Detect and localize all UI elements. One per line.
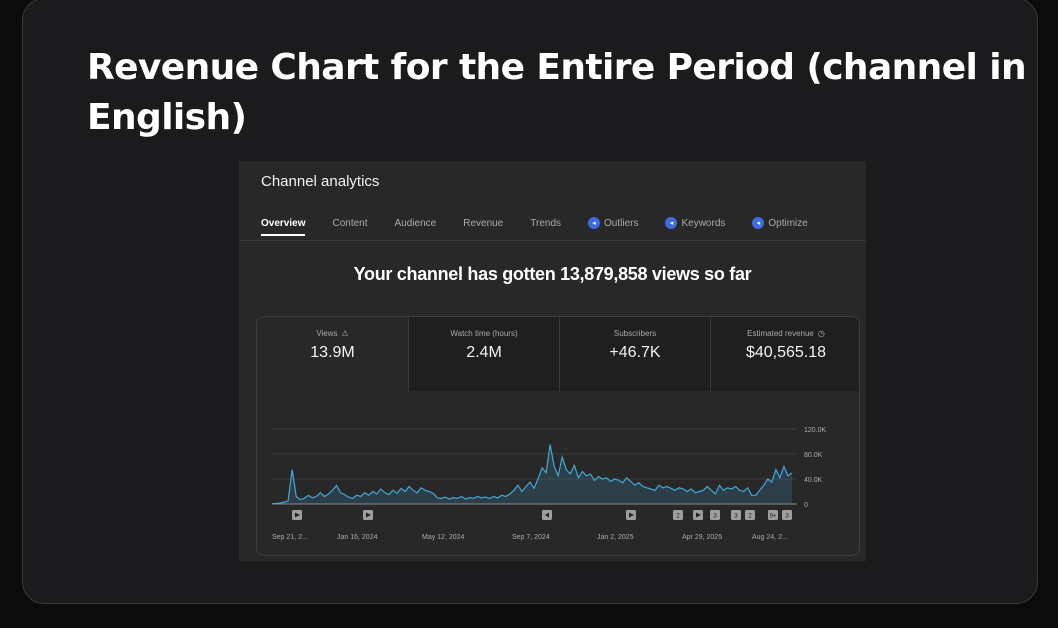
extension-badge-icon: ◂ bbox=[665, 217, 678, 229]
channel-analytics-screenshot: Channel analytics Overview Content Audie… bbox=[239, 161, 866, 561]
tab-divider bbox=[239, 240, 866, 241]
x-tick-label: Sep 7, 2024 bbox=[512, 534, 550, 541]
extension-badge-icon: ◂ bbox=[588, 217, 601, 229]
tab-label: Content bbox=[332, 217, 368, 229]
x-tick-label: Aug 24, 2... bbox=[752, 534, 788, 541]
stats-panel: Views ⚠ 13.9M Watch time (hours) 2.4M Sub… bbox=[256, 316, 860, 556]
tab-content[interactable]: Content bbox=[332, 217, 367, 229]
y-tick-label: 40.0K bbox=[804, 477, 823, 484]
tab-audience[interactable]: Audience bbox=[395, 217, 437, 229]
tab-label: Keywords bbox=[681, 217, 726, 229]
tab-label: Revenue bbox=[463, 217, 504, 229]
event-marker-label: 9+ bbox=[770, 514, 777, 520]
x-tick-label: Sep 21, 2... bbox=[272, 534, 308, 541]
views-headline: Your channel has gotten 13,879,858 views… bbox=[353, 264, 752, 284]
tab-keywords[interactable]: ◂ Keywords bbox=[665, 217, 725, 229]
x-tick-label: Jan 16, 2024 bbox=[337, 534, 378, 541]
tab-label: Outliers bbox=[604, 217, 639, 229]
views-chart: 120.0K80.0K40.0K02 3 3 2 9+ 3Sep 21, 2... Jan … bbox=[271, 427, 827, 541]
y-tick-label: 0 bbox=[804, 502, 808, 509]
x-tick-label: Jan 2, 2025 bbox=[597, 534, 634, 541]
analytics-tabs: Overview Content Audience Revenue Trends… bbox=[261, 217, 808, 236]
tab-optimize[interactable]: ◂ Optimize bbox=[752, 217, 808, 229]
tab-outliers[interactable]: ◂ Outliers bbox=[588, 217, 638, 229]
y-tick-label: 80.0K bbox=[804, 452, 823, 459]
x-tick-label: May 12, 2024 bbox=[422, 534, 465, 541]
tab-label: Trends bbox=[530, 217, 562, 229]
page-title: Revenue Chart for the Entire Period (cha… bbox=[87, 47, 1027, 138]
y-tick-label: 120.0K bbox=[804, 427, 827, 434]
tab-overview[interactable]: Overview bbox=[261, 217, 306, 236]
tab-revenue[interactable]: Revenue bbox=[463, 217, 503, 229]
analytics-title: Channel analytics bbox=[261, 173, 380, 190]
x-tick-label: Apr 29, 2025 bbox=[682, 534, 722, 541]
content-card: Revenue Chart for the Entire Period (cha… bbox=[22, 0, 1038, 604]
extension-badge-icon: ◂ bbox=[752, 217, 765, 229]
tab-trends[interactable]: Trends bbox=[530, 217, 561, 229]
tab-label: Audience bbox=[394, 217, 437, 229]
tab-label: Optimize bbox=[768, 217, 808, 229]
tab-label: Overview bbox=[261, 217, 306, 229]
